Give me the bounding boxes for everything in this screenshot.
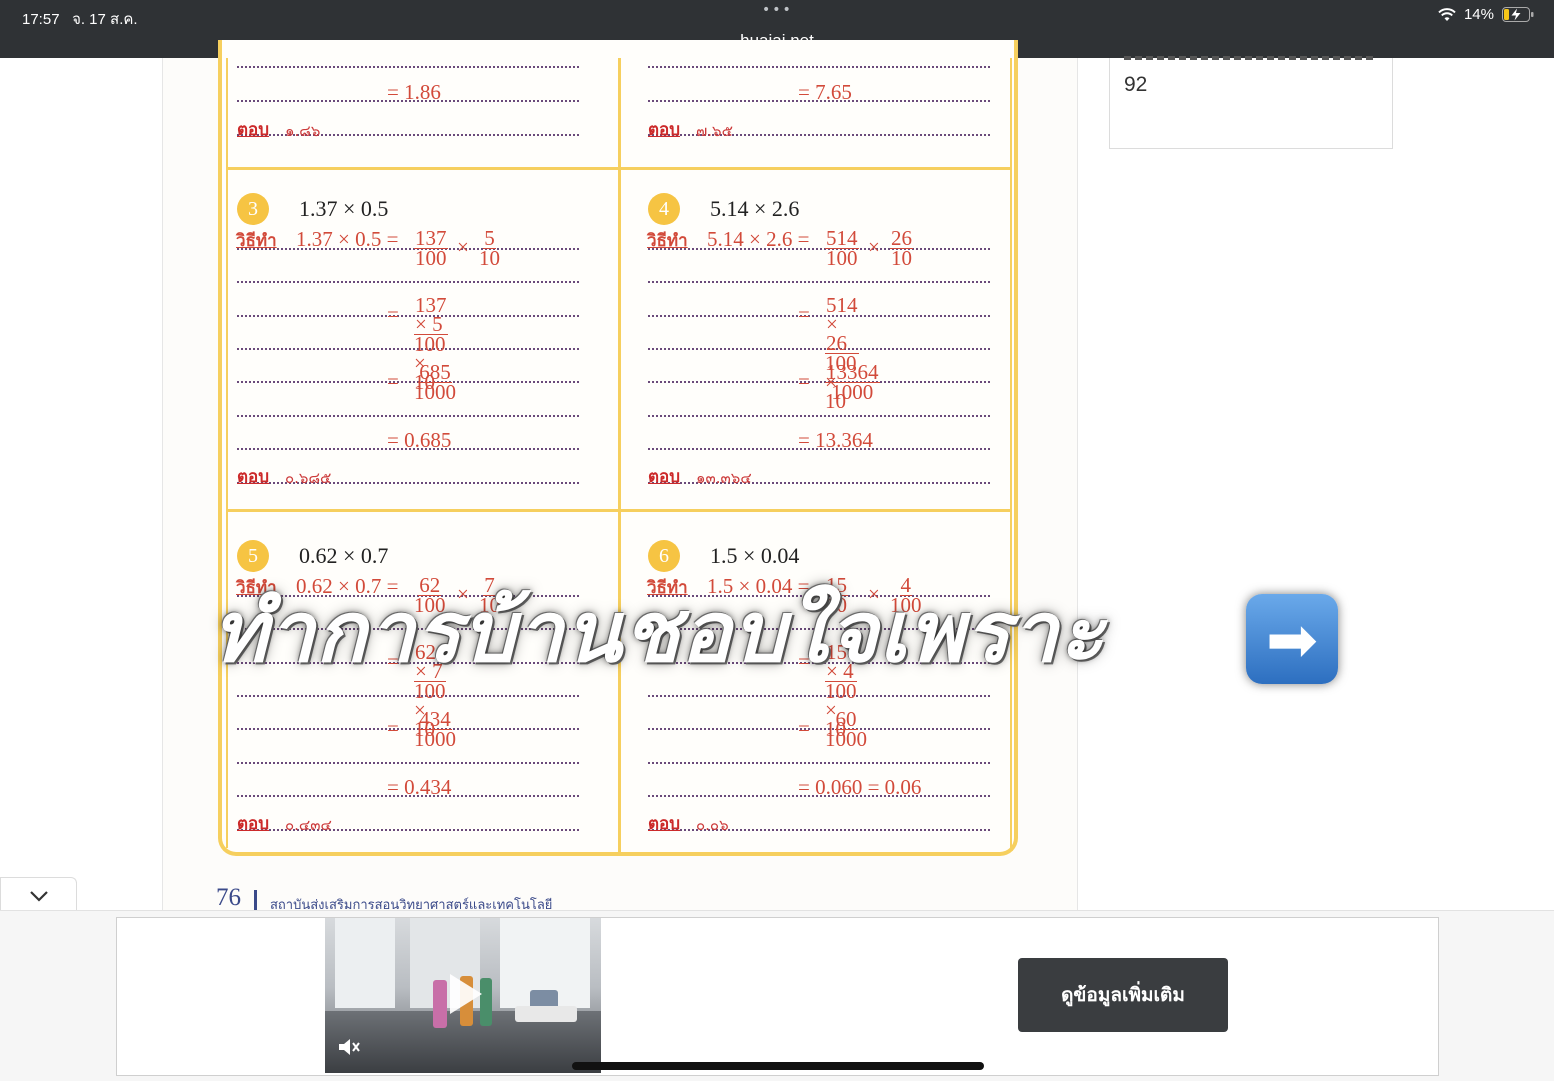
mute-icon[interactable] xyxy=(337,1036,361,1058)
divider-horizontal xyxy=(226,167,1012,170)
answer-label: ตอบ xyxy=(648,467,681,487)
times-sign: × xyxy=(868,235,880,259)
status-time: 17:57 จ. 17 ส.ค. xyxy=(22,7,138,31)
answer-label: ตอบ xyxy=(648,814,681,834)
sidebar-card[interactable]: 92 xyxy=(1109,56,1393,149)
answer-label: ตอบ xyxy=(237,467,270,487)
denominator: 1000 xyxy=(831,380,874,404)
dotted-line xyxy=(648,415,990,417)
clock: 17:57 xyxy=(22,11,60,28)
problem-number-badge: 3 xyxy=(237,193,269,225)
dotted-line xyxy=(237,348,579,350)
dotted-line xyxy=(237,281,579,283)
learn-more-button[interactable]: ดูข้อมูลเพิ่มเติม xyxy=(1018,958,1228,1032)
dotted-line xyxy=(648,248,990,250)
answer-value: ๑๓.๓๖๔ xyxy=(696,469,752,487)
numerator: 137 × 5 xyxy=(414,293,448,336)
right-arrow-icon: ➡ xyxy=(1246,594,1338,684)
denominator: 1000 xyxy=(414,380,456,404)
result: = 7.65 xyxy=(798,80,852,104)
divider-vertical xyxy=(618,58,621,852)
dotted-line xyxy=(648,315,990,317)
dotted-line xyxy=(237,248,579,250)
divider-horizontal xyxy=(226,509,1012,512)
divider-right xyxy=(1010,58,1012,848)
dotted-line xyxy=(648,762,990,764)
home-indicator[interactable] xyxy=(572,1062,984,1070)
denominator: 100 xyxy=(415,246,447,270)
answer-label: ตอบ xyxy=(237,814,270,834)
sidebar-number: 92 xyxy=(1124,73,1148,96)
times-sign: × xyxy=(457,235,469,259)
denominator: 10 xyxy=(479,246,500,270)
fraction-1: 514 100 xyxy=(825,228,859,270)
numerator: 514 × 26 xyxy=(825,293,859,355)
play-icon[interactable] xyxy=(450,974,482,1014)
denominator: 1000 xyxy=(825,727,867,751)
collapse-ad-button[interactable] xyxy=(0,877,77,914)
divider-left xyxy=(226,58,228,848)
dotted-line xyxy=(237,415,579,417)
fraction-4: 685 1000 xyxy=(414,362,456,404)
problem-expression: 5.14 × 2.6 xyxy=(710,196,800,221)
dotted-line xyxy=(648,348,990,350)
clipped-sidebar-text xyxy=(1124,54,1374,62)
problem-expression: 1.37 × 0.5 xyxy=(299,196,389,221)
answer-label: ตอบ xyxy=(648,120,681,140)
dotted-line xyxy=(237,315,579,317)
fraction-4: 434 1000 xyxy=(414,709,456,751)
equals-sign: = xyxy=(798,302,810,326)
dotted-line xyxy=(648,728,990,730)
result: = 0.434 xyxy=(387,775,452,799)
dotted-line xyxy=(237,762,579,764)
chevron-down-icon xyxy=(29,891,48,902)
answer-value: ๐.๐๖ xyxy=(696,816,729,834)
fraction-2: 26 10 xyxy=(890,228,913,270)
dotted-line xyxy=(648,381,990,383)
page-number-separator xyxy=(254,890,257,912)
overlay-title: ทำการบ้านชอบใจเพราะ xyxy=(212,583,1106,681)
equals-sign: = xyxy=(798,369,810,393)
page-number: 76 xyxy=(216,884,241,911)
method-label: วิธีทำ xyxy=(647,231,688,251)
date: จ. 17 ส.ค. xyxy=(72,11,138,28)
result: = 13.364 xyxy=(798,428,873,452)
equals-sign: = xyxy=(387,369,399,393)
fraction-1: 137 100 xyxy=(414,228,448,270)
battery-percent: 14% xyxy=(1463,6,1494,23)
dotted-line xyxy=(237,728,579,730)
step-1-lhs: 5.14 × 2.6 = xyxy=(707,227,810,251)
equals-sign: = xyxy=(387,716,399,740)
answer-value: ๐.๔๓๔ xyxy=(285,816,332,834)
fraction-2: 5 10 xyxy=(479,228,500,270)
equals-sign: = xyxy=(798,716,810,740)
answer-value: ๐.๖๘๕ xyxy=(285,469,332,487)
dotted-line xyxy=(237,381,579,383)
tab-menu-dots-icon[interactable]: ••• xyxy=(762,2,793,18)
wifi-icon xyxy=(1438,7,1456,21)
step-1-lhs: 1.37 × 0.5 = xyxy=(296,227,399,251)
ad-container[interactable] xyxy=(116,917,1439,1076)
denominator: 10 xyxy=(891,246,912,270)
answer-label: ตอบ xyxy=(237,120,270,140)
equals-sign: = xyxy=(387,302,399,326)
problem-number-badge: 4 xyxy=(648,193,680,225)
fraction-4: 60 1000 xyxy=(825,709,867,751)
result: = 0.060 = 0.06 xyxy=(798,775,922,799)
fraction-4: 13364 1000 xyxy=(825,362,880,404)
denominator: 1000 xyxy=(414,727,456,751)
denominator: 100 xyxy=(826,246,858,270)
result: = 0.685 xyxy=(387,428,452,452)
result: = 1.86 xyxy=(387,80,441,104)
method-label: วิธีทำ xyxy=(236,231,277,251)
battery-charging-icon xyxy=(1502,7,1534,22)
answer-value: ๗.๖๕ xyxy=(696,122,733,140)
status-right: 14% xyxy=(1438,6,1534,23)
ad-video[interactable] xyxy=(325,918,601,1073)
answer-value: ๑.๘๖ xyxy=(285,122,321,140)
dotted-line xyxy=(648,281,990,283)
